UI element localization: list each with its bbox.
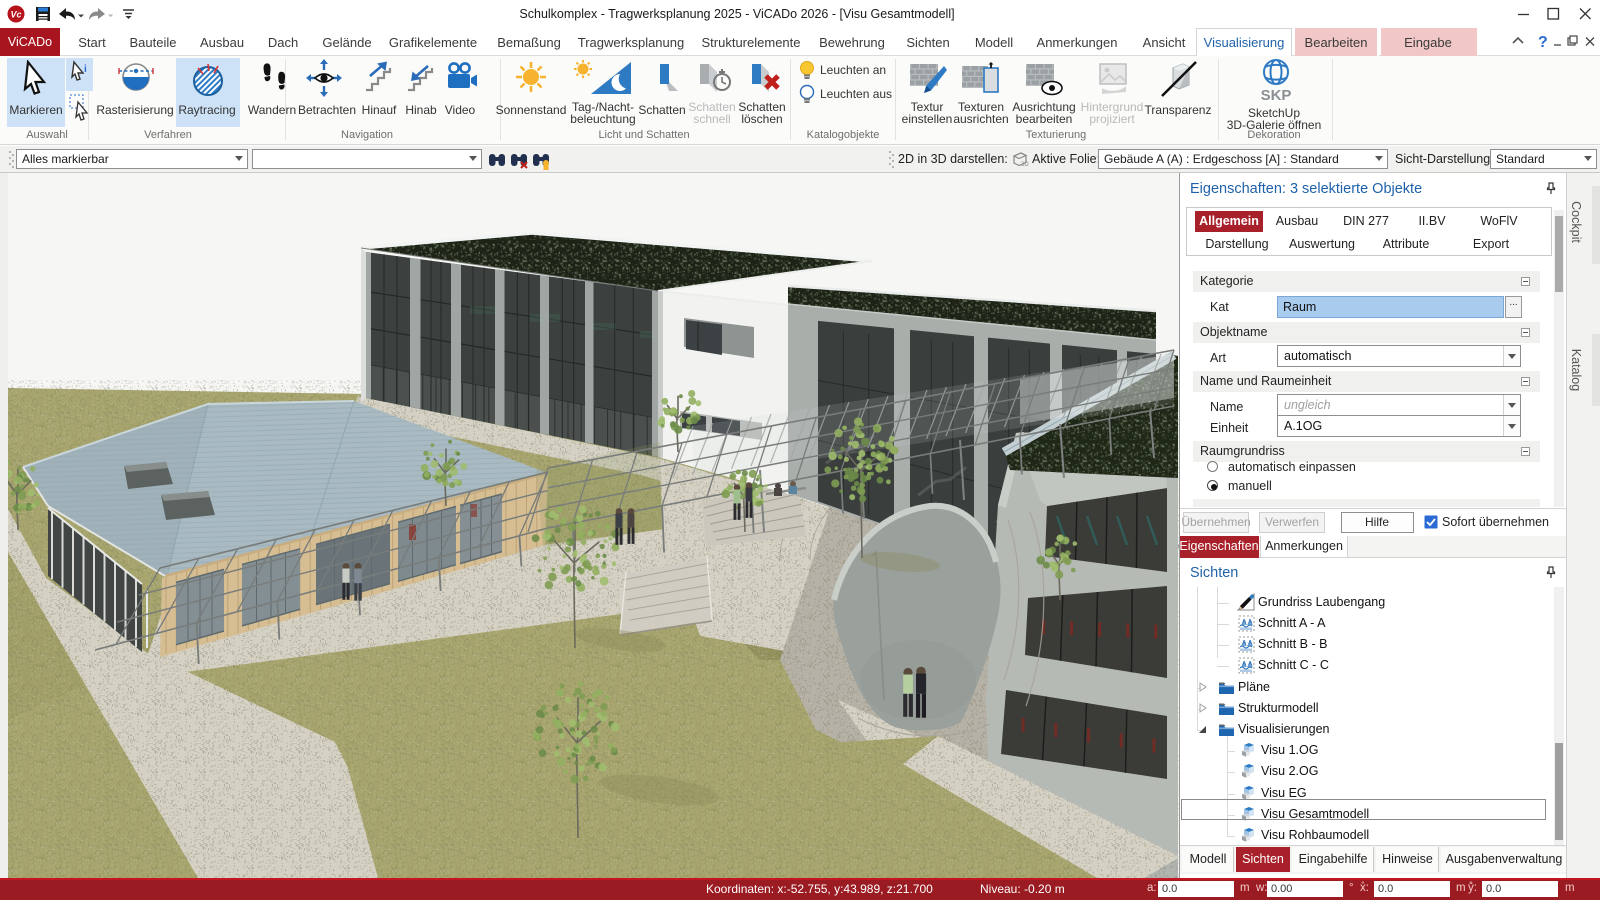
svg-text:A: A: [1242, 641, 1247, 647]
svg-text:?: ?: [1538, 34, 1548, 51]
svg-text:A: A: [1242, 620, 1247, 626]
svg-text:A: A: [1242, 662, 1247, 668]
svg-text:SKP: SKP: [1261, 87, 1292, 104]
svg-text:Vc: Vc: [10, 10, 21, 20]
svg-text:i: i: [84, 64, 87, 75]
svg-text:3D: 3D: [1021, 162, 1029, 168]
